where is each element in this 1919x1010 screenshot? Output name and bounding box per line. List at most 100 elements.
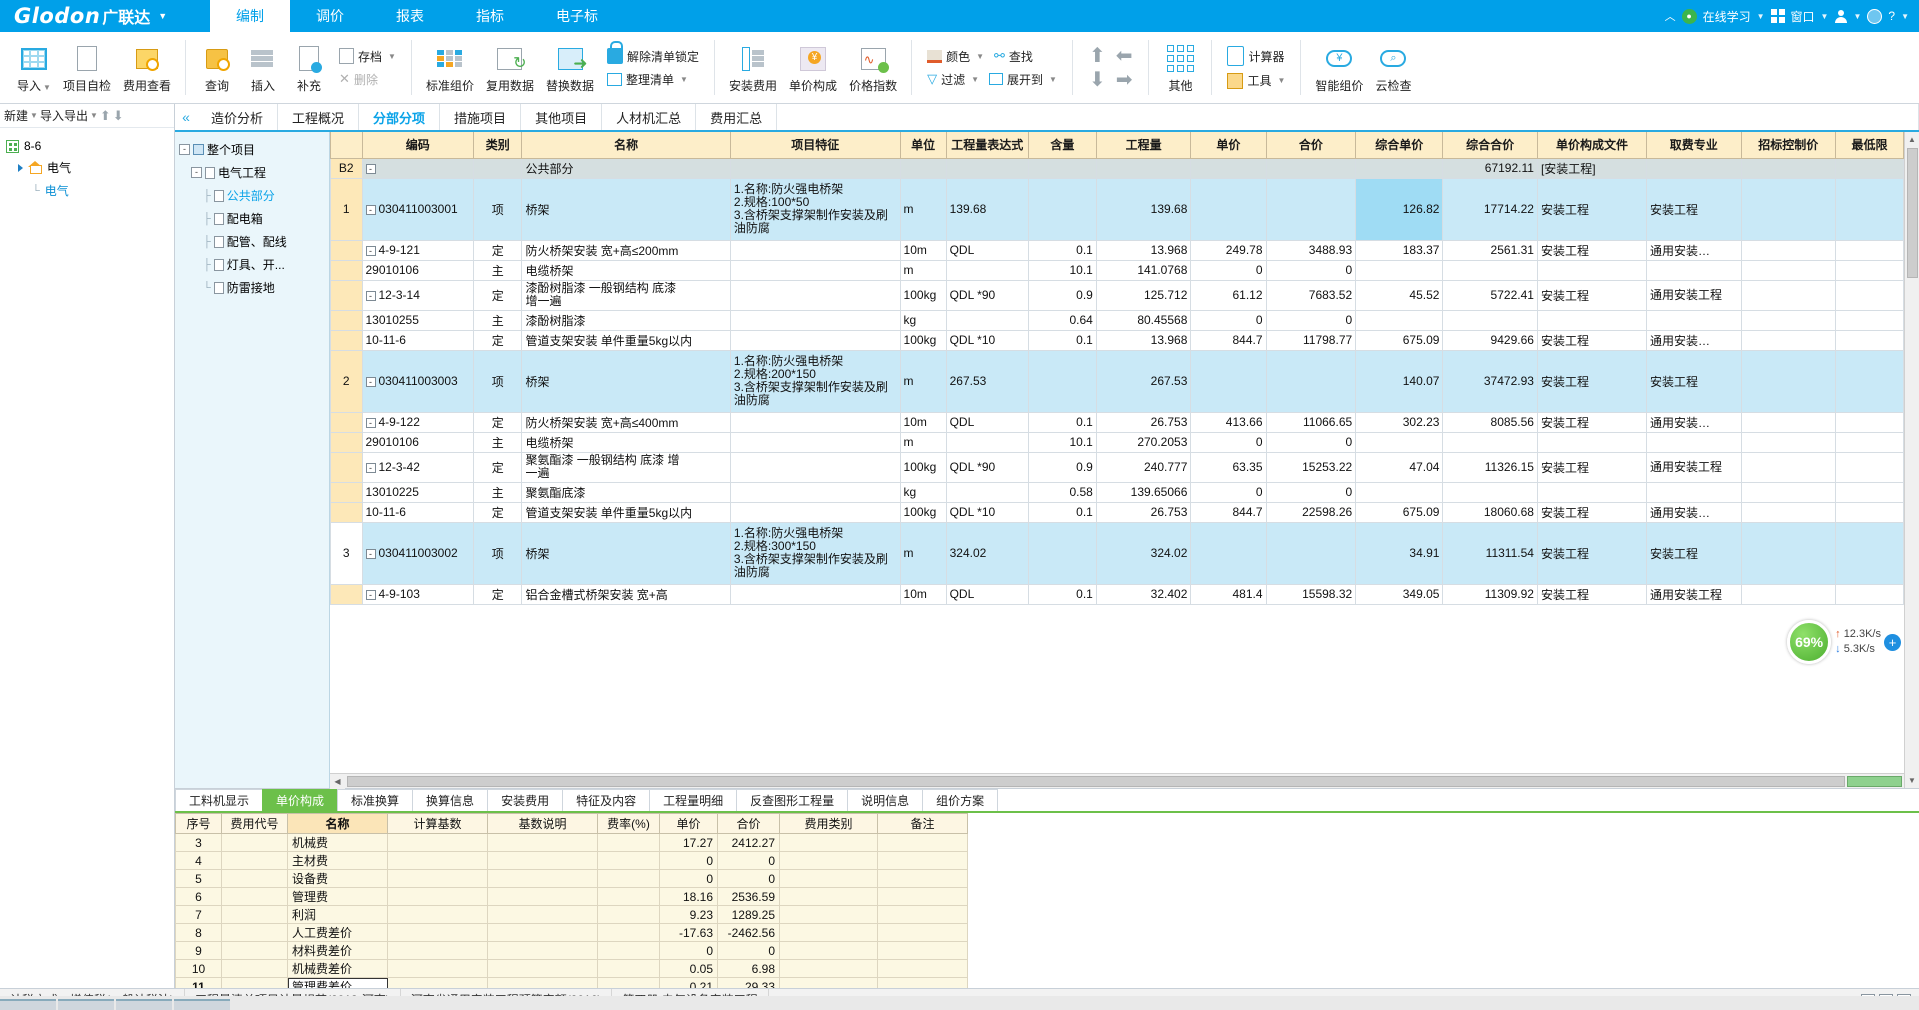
cell-name[interactable]: 防火桥架安装 宽+高≤200mm <box>521 239 731 261</box>
cell-price-file[interactable]: 安装工程 <box>1536 501 1648 523</box>
cell-code[interactable]: 10-11-6 <box>361 501 474 523</box>
cell-unitprice[interactable] <box>1190 521 1267 585</box>
detail-cell-unitprice[interactable]: 0 <box>659 851 718 870</box>
project-tree-item-dianqi-sub[interactable]: └ 电气 <box>6 179 168 202</box>
cell-formula[interactable] <box>945 481 1030 503</box>
detail-cell-total[interactable]: 1289.25 <box>717 905 780 924</box>
cell-feature[interactable] <box>729 451 901 483</box>
cell-min-limit[interactable] <box>1835 501 1904 523</box>
cell-comp-total[interactable] <box>1442 309 1538 331</box>
main-tab-zhibiao[interactable]: 指标 <box>450 0 530 32</box>
cell-unit[interactable]: m <box>899 521 947 585</box>
detail-tab-biaozhun-huansuan[interactable]: 标准换算 <box>337 789 414 811</box>
detail-cell-calc-base[interactable] <box>387 869 488 888</box>
table-row[interactable]: -4-9-103 定 铝合金槽式桥架安装 宽+高 10m QDL 0.1 32.… <box>330 583 1904 605</box>
cell-min-limit[interactable] <box>1835 583 1904 605</box>
grid-header-kind[interactable]: 类别 <box>472 132 523 159</box>
grid-header-content-ratio[interactable]: 含量 <box>1028 132 1097 159</box>
detail-cell-remark[interactable] <box>877 959 968 978</box>
delete-button[interactable]: ✕ 删除 <box>334 68 401 91</box>
cell-kind[interactable] <box>472 157 523 179</box>
detail-tab-tezheng-neirong[interactable]: 特征及内容 <box>562 789 651 811</box>
chevron-down-icon[interactable]: ▼ <box>976 52 984 61</box>
cell-price-file[interactable]: 安装工程 <box>1536 451 1648 483</box>
cell-comp-unit[interactable]: 34.91 <box>1355 521 1444 585</box>
cell-total[interactable]: 11798.77 <box>1265 329 1357 351</box>
cell-min-limit[interactable] <box>1835 521 1904 585</box>
detail-cell-fee-code[interactable] <box>221 941 288 960</box>
main-tab-tiaojia[interactable]: 调价 <box>290 0 370 32</box>
table-row[interactable]: 29010106 主 电缆桥架 m 10.1 270.2053 0 0 <box>330 431 1904 453</box>
detail-cell-total[interactable]: 2536.59 <box>717 887 780 906</box>
detail-tab-shuoming-xinxi[interactable]: 说明信息 <box>847 789 924 811</box>
grid-header-specialty[interactable]: 取费专业 <box>1646 132 1742 159</box>
cell-price-file[interactable]: 安装工程 <box>1536 329 1648 351</box>
scroll-up-icon[interactable]: ▲ <box>1904 132 1919 147</box>
detail-cell-fee-type[interactable] <box>779 959 878 978</box>
cell-unit[interactable]: 100kg <box>899 451 947 483</box>
detail-cell-rate[interactable] <box>597 959 660 978</box>
detail-cell-rate[interactable] <box>597 977 660 988</box>
cell-bid-control[interactable] <box>1740 309 1837 331</box>
collapse-box-icon[interactable]: - <box>365 163 376 174</box>
grid-header-quantity[interactable]: 工程量 <box>1095 132 1192 159</box>
other-button[interactable]: 其他 <box>1157 32 1203 103</box>
cell-bid-control[interactable] <box>1740 239 1837 261</box>
cell-content-ratio[interactable]: 0.1 <box>1028 329 1097 351</box>
collapse-box-icon[interactable]: - <box>365 290 376 301</box>
cell-price-file[interactable]: 安装工程 <box>1536 177 1648 241</box>
cell-quantity[interactable] <box>1095 157 1192 179</box>
cell-unit[interactable]: m <box>899 177 947 241</box>
cell-comp-unit[interactable]: 675.09 <box>1355 501 1444 523</box>
cell-comp-unit[interactable] <box>1355 431 1444 453</box>
detail-cell-remark[interactable] <box>877 833 968 852</box>
cell-formula[interactable]: QDL <box>945 583 1030 605</box>
cell-feature[interactable] <box>729 411 901 433</box>
cell-specialty[interactable]: 通用安装工程 <box>1646 451 1742 483</box>
detail-cell-rate[interactable] <box>597 869 660 888</box>
cell-bid-control[interactable] <box>1740 501 1837 523</box>
cell-code[interactable]: - <box>361 157 474 179</box>
detail-header-rate[interactable]: 费率(%) <box>597 813 660 834</box>
cell-comp-total[interactable] <box>1442 259 1538 281</box>
cell-unitprice[interactable]: 0 <box>1190 481 1267 503</box>
taskbar-item[interactable] <box>116 999 172 1010</box>
detail-cell-fee-code[interactable] <box>221 977 288 988</box>
cell-feature[interactable] <box>729 431 901 453</box>
detail-cell-fee-type[interactable] <box>779 887 878 906</box>
cell-feature[interactable] <box>729 481 901 503</box>
archive-button[interactable]: 存档 ▼ <box>334 45 401 68</box>
detail-cell-calc-base[interactable] <box>387 887 488 906</box>
grid-header-bid-control[interactable]: 招标控制价 <box>1740 132 1837 159</box>
cell-min-limit[interactable] <box>1835 309 1904 331</box>
list-item[interactable]: 8 人工费差价 -17.63 -2462.56 <box>175 923 968 942</box>
detail-header-fee-type[interactable]: 费用类别 <box>779 813 878 834</box>
detail-cell-remark[interactable] <box>877 887 968 906</box>
grid-header-total[interactable]: 合价 <box>1265 132 1357 159</box>
cell-unit[interactable]: m <box>899 349 947 413</box>
table-row[interactable]: 2 -030411003003 项 桥架 1.名称:防火强电桥架 2.规格:20… <box>330 349 1904 413</box>
cell-kind[interactable]: 定 <box>472 239 523 261</box>
cell-min-limit[interactable] <box>1835 411 1904 433</box>
cell-specialty[interactable]: 安装工程 <box>1646 521 1742 585</box>
tools-button[interactable]: 工具 ▼ <box>1222 69 1290 92</box>
tab-cuoshi-xiangmu[interactable]: 措施项目 <box>440 104 522 130</box>
cell-comp-total[interactable]: 18060.68 <box>1442 501 1538 523</box>
cell-quantity[interactable]: 26.753 <box>1095 501 1192 523</box>
cell-kind[interactable]: 项 <box>472 521 523 585</box>
cell-name[interactable]: 电缆桥架 <box>521 431 731 453</box>
detail-cell-calc-base[interactable] <box>387 923 488 942</box>
detail-cell-total[interactable]: 0 <box>717 869 780 888</box>
cell-content-ratio[interactable] <box>1028 177 1097 241</box>
network-speed-widget[interactable]: 69% ↑ 12.3K/s ↓ 5.3K/s + <box>1787 620 1901 664</box>
cell-comp-total[interactable]: 37472.93 <box>1442 349 1538 413</box>
cell-content-ratio[interactable] <box>1028 521 1097 585</box>
cell-formula[interactable]: QDL *90 <box>945 279 1030 311</box>
cell-name[interactable]: 铝合金槽式桥架安装 宽+高 <box>521 583 731 605</box>
detail-header-unitprice[interactable]: 单价 <box>659 813 718 834</box>
smart-price-button[interactable]: ¥ 智能组价 <box>1309 32 1369 103</box>
cell-name[interactable]: 防火桥架安装 宽+高≤400mm <box>521 411 731 433</box>
cell-name[interactable]: 聚氨酯漆 一般钢结构 底漆 增 一遍 <box>521 451 731 483</box>
cell-name[interactable]: 漆酚树脂漆 <box>521 309 731 331</box>
cell-name[interactable]: 管道支架安装 单件重量5kg以内 <box>521 329 731 351</box>
